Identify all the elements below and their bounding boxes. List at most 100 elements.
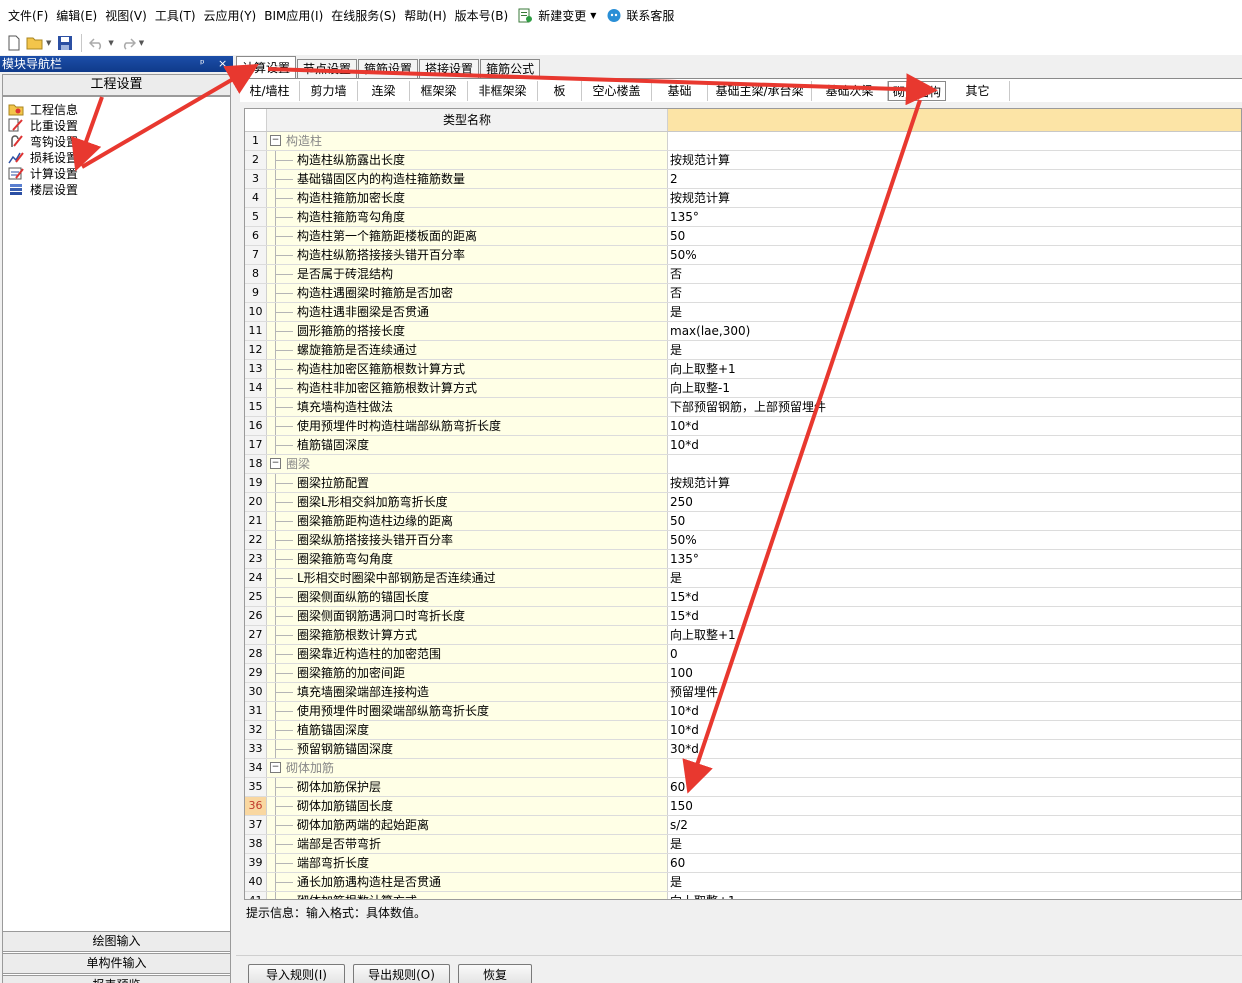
menu-tools[interactable]: 工具(T) [151,7,200,24]
menu-new-change[interactable]: 新建变更 [534,7,590,24]
value-cell[interactable]: 50 [668,227,1241,245]
value-cell[interactable]: 50 [668,512,1241,530]
value-cell[interactable]: max(lae,300) [668,322,1241,340]
open-dropdown-icon[interactable]: ▼ [46,39,51,47]
subtab-foundation[interactable]: 基础 [652,80,708,101]
tab-stirrup-settings[interactable]: 箍筋设置 [358,59,419,78]
value-cell[interactable]: 否 [668,284,1241,302]
menu-edit[interactable]: 编辑(E) [52,7,101,24]
close-icon[interactable]: × [218,56,227,72]
table-row[interactable]: 28 圈梁靠近构造柱的加密范围 0 [245,645,1241,664]
value-cell[interactable]: 250 [668,493,1241,511]
tab-calc-settings[interactable]: 计算设置 [236,56,297,78]
new-file-icon[interactable] [4,33,24,53]
value-cell[interactable]: 向上取整+1 [668,892,1241,899]
table-row[interactable]: 14 构造柱非加密区箍筋根数计算方式 向上取整-1 [245,379,1241,398]
subtab-masonry-structure[interactable]: 砌体结构 [888,80,946,101]
table-row[interactable]: 22 圈梁纵筋搭接接头错开百分率 50% [245,531,1241,550]
tab-node-settings[interactable]: 节点设置 [297,59,358,78]
table-row[interactable]: 31 使用预埋件时圈梁端部纵筋弯折长度 10*d [245,702,1241,721]
value-cell[interactable]: 按规范计算 [668,189,1241,207]
menu-file[interactable]: 文件(F) [4,7,52,24]
value-cell[interactable]: s/2 [668,816,1241,834]
table-row[interactable]: 19 圈梁拉筋配置 按规范计算 [245,474,1241,493]
group-row[interactable]: 1− 构造柱 [245,132,1241,151]
menu-bim[interactable]: BIM应用(I) [260,7,327,24]
value-cell[interactable]: 135° [668,550,1241,568]
table-row[interactable]: 9 构造柱遇圈梁时箍筋是否加密 否 [245,284,1241,303]
value-cell[interactable]: 否 [668,265,1241,283]
table-row[interactable]: 15 填充墙构造柱做法 下部预留钢筋，上部预留埋件 [245,398,1241,417]
table-row[interactable]: 38 端部是否带弯折 是 [245,835,1241,854]
tab-lap-settings[interactable]: 搭接设置 [419,59,480,78]
subtab-foundation-secondary-beam[interactable]: 基础次梁 [812,80,888,101]
subtab-coupling-beam[interactable]: 连梁 [358,80,410,101]
value-cell[interactable]: 50% [668,531,1241,549]
nav-item-floor-settings[interactable]: 楼层设置 [3,181,230,197]
save-icon[interactable] [55,33,75,53]
value-cell[interactable]: 是 [668,835,1241,853]
value-cell[interactable]: 60 [668,854,1241,872]
collapse-toggle-icon[interactable]: − [270,762,281,773]
table-row[interactable]: 37 砌体加筋两端的起始距离 s/2 [245,816,1241,835]
collapse-toggle-icon[interactable]: − [270,458,281,469]
value-cell[interactable]: 预留埋件 [668,683,1241,701]
value-cell[interactable]: 100 [668,664,1241,682]
table-row[interactable]: 40 通长加筋遇构造柱是否贯通 是 [245,873,1241,892]
table-row[interactable]: 2 构造柱纵筋露出长度 按规范计算 [245,151,1241,170]
nav-item-hook-settings[interactable]: 弯钩设置 [3,133,230,149]
export-rules-button[interactable]: 导出规则(O) [353,964,450,983]
table-row[interactable]: 26 圈梁侧面钢筋遇洞口时弯折长度 15*d [245,607,1241,626]
table-row[interactable]: 16 使用预埋件时构造柱端部纵筋弯折长度 10*d [245,417,1241,436]
table-row[interactable]: 5 构造柱箍筋弯勾角度 135° [245,208,1241,227]
undo-dropdown-icon[interactable]: ▼ [108,39,113,47]
value-cell[interactable]: 10*d [668,417,1241,435]
value-cell[interactable]: 15*d [668,607,1241,625]
nav-item-calc-settings[interactable]: 计算设置 [3,165,230,181]
subtab-slab[interactable]: 板 [538,80,582,101]
nav-item-loss-settings[interactable]: 损耗设置 [3,149,230,165]
value-cell[interactable]: 2 [668,170,1241,188]
table-row[interactable]: 29 圈梁箍筋的加密间距 100 [245,664,1241,683]
subtab-hollow-floor[interactable]: 空心楼盖 [582,80,652,101]
nav-item-weight-settings[interactable]: 比重设置 [3,117,230,133]
value-cell[interactable]: 是 [668,873,1241,891]
group-row[interactable]: 18− 圈梁 [245,455,1241,474]
table-row[interactable]: 33 预留钢筋锚固深度 30*d [245,740,1241,759]
nav-drawing-input[interactable]: 绘图输入 [2,931,231,952]
subtab-non-frame-beam[interactable]: 非框架梁 [468,80,538,101]
value-cell[interactable]: 向上取整-1 [668,379,1241,397]
subtab-frame-beam[interactable]: 框架梁 [410,80,468,101]
menu-version[interactable]: 版本号(B) [451,7,513,24]
table-row[interactable]: 24 L形相交时圈梁中部钢筋是否连续通过 是 [245,569,1241,588]
value-cell[interactable]: 15*d [668,588,1241,606]
table-row[interactable]: 35 砌体加筋保护层 60 [245,778,1241,797]
pin-icon[interactable]: ᵖ [200,56,205,72]
table-row[interactable]: 4 构造柱箍筋加密长度 按规范计算 [245,189,1241,208]
menu-help[interactable]: 帮助(H) [400,7,450,24]
table-row[interactable]: 17 植筋锚固深度 10*d [245,436,1241,455]
menu-online[interactable]: 在线服务(S) [327,7,400,24]
import-rules-button[interactable]: 导入规则(I) [248,964,345,983]
value-cell[interactable]: 向上取整+1 [668,360,1241,378]
redo-icon[interactable] [118,33,138,53]
value-cell[interactable]: 下部预留钢筋，上部预留埋件 [668,398,1241,416]
redo-dropdown-icon[interactable]: ▼ [139,39,144,47]
table-row[interactable]: 20 圈梁L形相交斜加筋弯折长度 250 [245,493,1241,512]
table-row[interactable]: 6 构造柱第一个箍筋距楼板面的距离 50 [245,227,1241,246]
value-cell[interactable]: 10*d [668,721,1241,739]
table-row[interactable]: 32 植筋锚固深度 10*d [245,721,1241,740]
value-cell[interactable]: 135° [668,208,1241,226]
table-row[interactable]: 7 构造柱纵筋搭接接头错开百分率 50% [245,246,1241,265]
tab-stirrup-formula[interactable]: 箍筋公式 [480,59,541,78]
table-row[interactable]: 25 圈梁侧面纵筋的锚固长度 15*d [245,588,1241,607]
value-cell[interactable]: 60 [668,778,1241,796]
table-row[interactable]: 27 圈梁箍筋根数计算方式 向上取整+1 [245,626,1241,645]
undo-icon[interactable] [87,33,107,53]
value-cell[interactable]: 50% [668,246,1241,264]
table-row[interactable]: 13 构造柱加密区箍筋根数计算方式 向上取整+1 [245,360,1241,379]
table-row[interactable]: 3 基础锚固区内的构造柱箍筋数量 2 [245,170,1241,189]
menu-view[interactable]: 视图(V) [101,7,151,24]
subtab-foundation-main-beam[interactable]: 基础主梁/承台梁 [708,80,812,101]
value-cell[interactable]: 0 [668,645,1241,663]
